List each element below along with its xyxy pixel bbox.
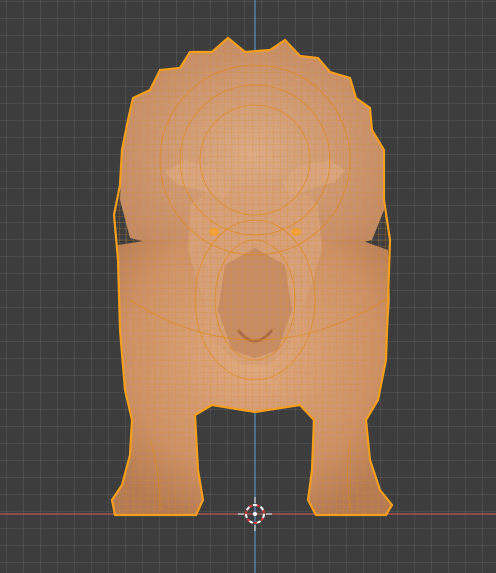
viewport-canvas[interactable] (0, 0, 496, 573)
3d-cursor-icon[interactable] (238, 497, 272, 531)
3d-viewport[interactable] (0, 0, 496, 573)
wireframe-overlay (112, 38, 392, 515)
triceratops-mesh[interactable] (100, 30, 400, 520)
